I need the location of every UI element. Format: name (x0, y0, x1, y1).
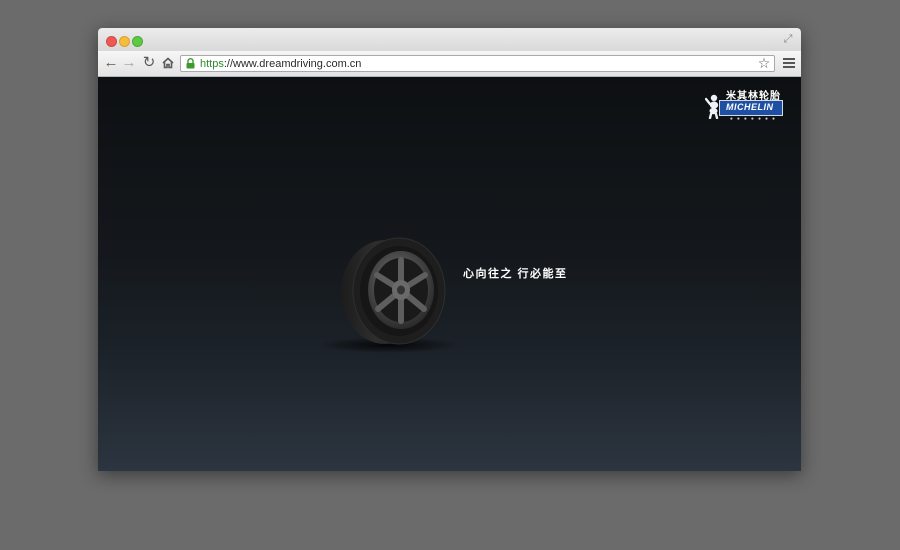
browser-toolbar: ← → ↻ https://www.dreamdriving.com.cn ☆ (98, 51, 801, 77)
home-button[interactable] (160, 55, 176, 71)
lock-icon (186, 58, 195, 69)
forward-button[interactable]: → (121, 55, 137, 71)
page-slogan: 心向往之 行必能至 (463, 268, 568, 280)
arrow-right-icon: → (121, 54, 137, 71)
brand-badge: MICHELIN (719, 100, 783, 116)
address-bar[interactable]: https://www.dreamdriving.com.cn ☆ (180, 55, 775, 72)
maximize-window-button[interactable] (132, 36, 143, 47)
home-icon (162, 57, 174, 69)
arrow-left-icon: ← (103, 54, 119, 71)
minimize-window-button[interactable] (119, 36, 130, 47)
hamburger-menu-icon[interactable] (783, 56, 795, 70)
fullscreen-icon[interactable]: ⤢ (781, 32, 795, 46)
reload-button[interactable]: ↻ (141, 55, 157, 71)
star-icon: ☆ (757, 55, 771, 71)
brand-name-en: MICHELIN (726, 102, 774, 112)
title-bar: ⤢ (98, 28, 801, 51)
michelin-logo[interactable]: 米其林轮胎 MICHELIN ●●●●●●● (703, 87, 783, 122)
browser-window: ⤢ ← → ↻ https://www.dreamdriving.com.cn … (98, 28, 801, 471)
close-window-button[interactable] (106, 36, 117, 47)
brand-dots: ●●●●●●● (729, 116, 779, 122)
reload-icon: ↻ (142, 54, 156, 71)
url-host: ://www.dreamdriving.com.cn (223, 58, 362, 70)
url-scheme: https (200, 58, 224, 70)
back-button[interactable]: ← (103, 55, 119, 71)
url-text[interactable]: https://www.dreamdriving.com.cn (200, 57, 361, 71)
bookmark-button[interactable]: ☆ (756, 55, 772, 71)
tire-image (323, 237, 459, 353)
page-content: 米其林轮胎 MICHELIN ●●●●●●● 心向往之 行必能至 (98, 77, 801, 471)
